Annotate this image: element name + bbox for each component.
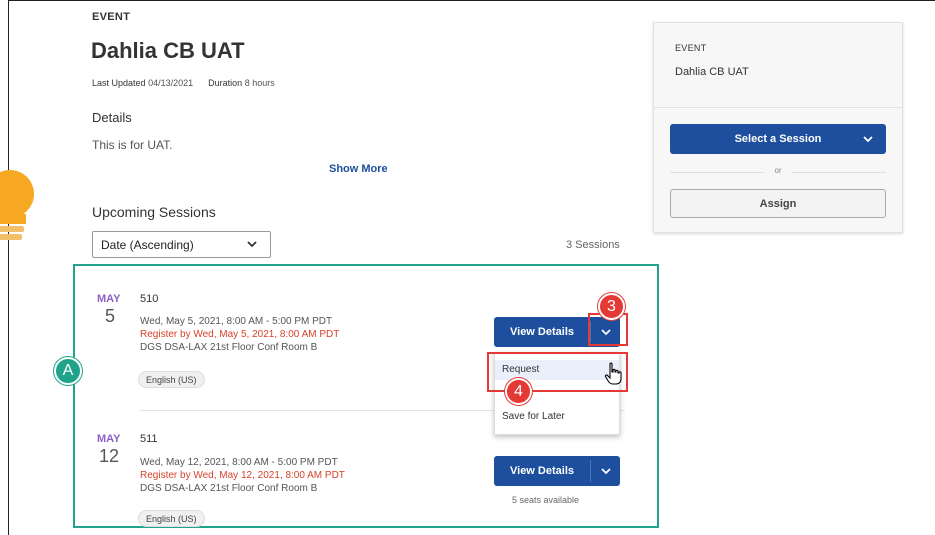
page-title: Dahlia CB UAT bbox=[91, 38, 245, 63]
duration-value: 8 hours bbox=[244, 78, 275, 88]
sidebar-title: Dahlia CB UAT bbox=[675, 66, 749, 78]
event-meta: Last Updated 04/13/2021 Duration 8 hours bbox=[92, 78, 275, 88]
lightbulb-icon bbox=[0, 170, 34, 240]
sessions-count: 3 Sessions bbox=[566, 239, 620, 251]
hand-cursor-icon bbox=[604, 362, 622, 385]
frame-left-border bbox=[8, 0, 9, 535]
session-name: 511 bbox=[140, 433, 158, 445]
assign-button[interactable]: Assign bbox=[670, 189, 886, 218]
session-time: Wed, May 5, 2021, 8:00 AM - 5:00 PM PDT bbox=[140, 316, 333, 327]
duration-label: Duration bbox=[208, 78, 243, 88]
session-day: 12 bbox=[99, 446, 120, 466]
select-session-button[interactable]: Select a Session bbox=[670, 124, 886, 154]
sort-select-value: Date (Ascending) bbox=[101, 237, 194, 252]
session-register-by: Register by Wed, May 5, 2021, 8:00 AM PD… bbox=[140, 329, 340, 340]
session-day: 5 bbox=[105, 306, 116, 326]
chevron-down-icon[interactable] bbox=[600, 465, 612, 477]
sort-select[interactable]: Date (Ascending) bbox=[92, 231, 271, 258]
session-register-by: Register by Wed, May 12, 2021, 8:00 AM P… bbox=[140, 470, 345, 481]
session-month: MAY bbox=[97, 293, 121, 305]
upcoming-sessions-heading: Upcoming Sessions bbox=[92, 204, 216, 220]
language-badge: English (US) bbox=[138, 371, 205, 388]
select-session-label: Select a Session bbox=[734, 133, 822, 145]
frame-top-border bbox=[8, 0, 935, 1]
session-name: 510 bbox=[140, 293, 159, 305]
annotation-badge-4: 4 bbox=[505, 378, 532, 405]
or-text: or bbox=[774, 166, 782, 175]
session-month: MAY bbox=[97, 433, 121, 445]
annotation-badge-a: A bbox=[54, 357, 82, 385]
show-more-link[interactable]: Show More bbox=[329, 163, 388, 175]
event-description: This is for UAT. bbox=[92, 138, 173, 152]
view-details-label: View Details bbox=[510, 465, 574, 477]
view-details-label: View Details bbox=[510, 326, 574, 338]
annotation-badge-3: 3 bbox=[598, 293, 625, 320]
session-time: Wed, May 12, 2021, 8:00 AM - 5:00 PM PDT bbox=[140, 457, 338, 468]
event-eyebrow: EVENT bbox=[92, 11, 131, 23]
session-location: DGS DSA-LAX 21st Floor Conf Room B bbox=[140, 342, 318, 353]
last-updated-label: Last Updated bbox=[92, 78, 146, 88]
chevron-down-icon bbox=[863, 136, 873, 143]
language-badge: English (US) bbox=[138, 510, 205, 527]
last-updated-value: 04/13/2021 bbox=[148, 78, 194, 88]
view-details-button[interactable]: View Details bbox=[494, 456, 620, 486]
or-divider-left bbox=[670, 172, 764, 173]
session-location: DGS DSA-LAX 21st Floor Conf Room B bbox=[140, 483, 318, 494]
sidebar-divider bbox=[654, 107, 902, 108]
chevron-down-icon bbox=[247, 241, 257, 248]
or-divider-right bbox=[792, 172, 886, 173]
details-heading: Details bbox=[92, 110, 132, 125]
seats-available: 5 seats available bbox=[512, 495, 580, 505]
sidebar-eyebrow: EVENT bbox=[675, 43, 707, 53]
menu-item-save-for-later[interactable]: Save for Later bbox=[495, 410, 619, 424]
